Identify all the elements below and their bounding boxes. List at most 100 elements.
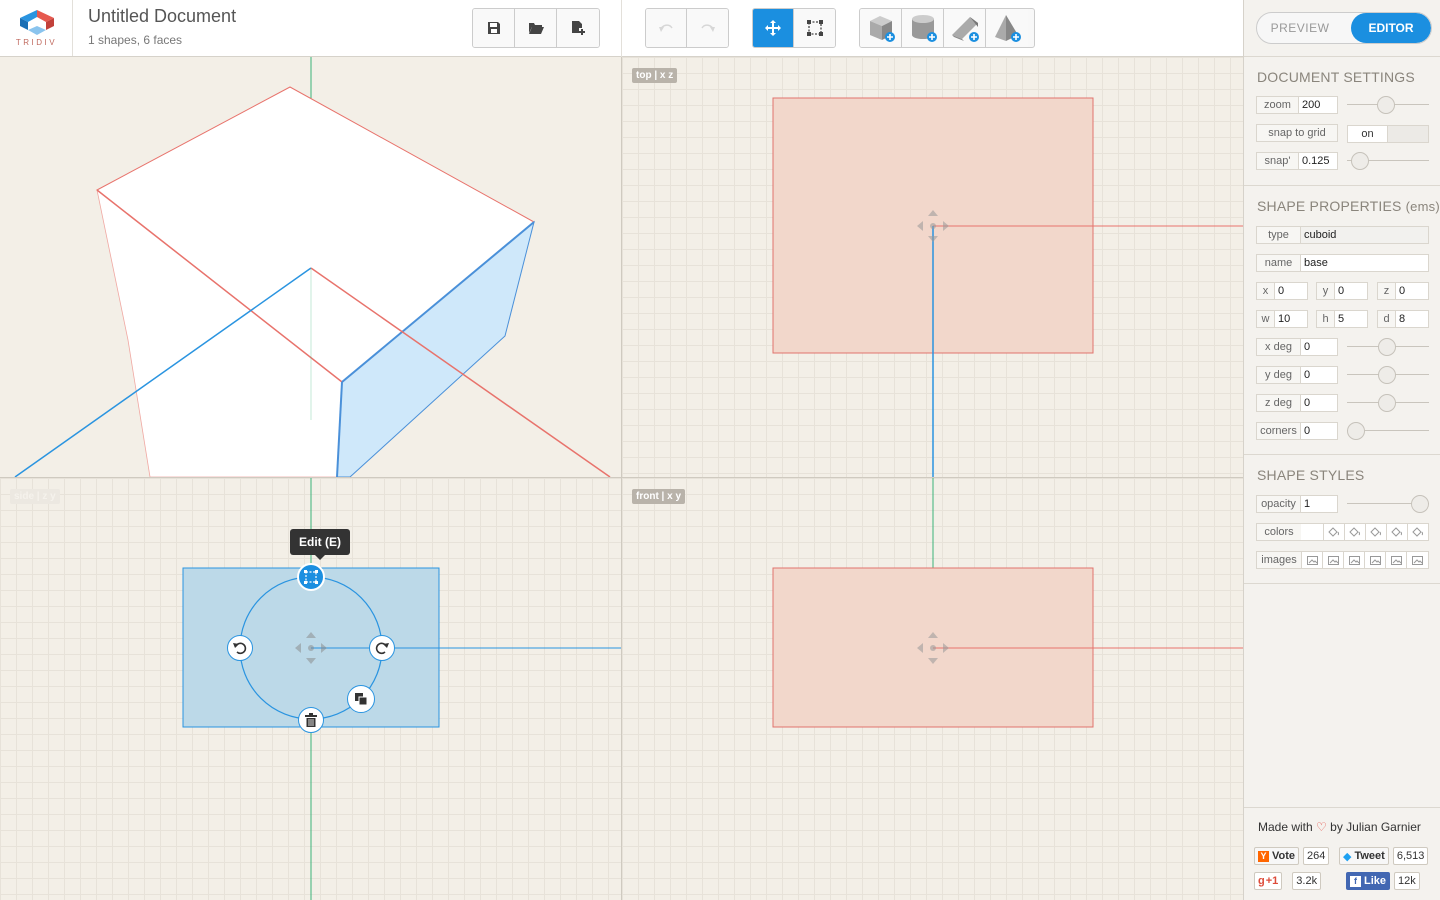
select-tool-button[interactable] xyxy=(794,9,835,47)
move-tool-button[interactable] xyxy=(753,9,795,47)
preview-mode-button[interactable]: PREVIEW xyxy=(1257,13,1343,43)
mode-toggle[interactable]: PREVIEW EDITOR xyxy=(1256,12,1432,44)
snap-toggle-off[interactable] xyxy=(1388,126,1428,142)
facebook-like-button[interactable]: f Like xyxy=(1346,872,1391,890)
y-deg-field[interactable]: y deg 0 xyxy=(1256,366,1338,384)
corners-field[interactable]: corners 0 xyxy=(1256,422,1338,440)
image-slot-4[interactable] xyxy=(1364,552,1385,568)
document-title[interactable]: Untitled Document xyxy=(88,6,236,27)
delete-button[interactable] xyxy=(298,707,324,733)
snap-step-slider[interactable] xyxy=(1347,152,1429,170)
y-deg-value[interactable]: 0 xyxy=(1301,367,1337,383)
logo[interactable]: TRIDIV xyxy=(0,0,73,56)
author-link[interactable]: by Julian Garnier xyxy=(1330,820,1421,834)
image-slot-2[interactable] xyxy=(1322,552,1343,568)
color-swatch-4[interactable] xyxy=(1386,524,1407,540)
zoom-field[interactable]: zoom 200 xyxy=(1256,96,1338,114)
z-value[interactable]: 0 xyxy=(1396,283,1428,299)
gplus-label: +1 xyxy=(1265,875,1279,887)
x-deg-label: x deg xyxy=(1257,339,1301,355)
opacity-field[interactable]: opacity 1 xyxy=(1256,495,1338,513)
tweet-button[interactable]: ◆ Tweet xyxy=(1339,847,1389,865)
top-viewport[interactable]: top | x z xyxy=(622,57,1243,477)
tridiv-logo-icon xyxy=(20,10,54,35)
color-swatch-1[interactable] xyxy=(1323,524,1344,540)
x-deg-slider[interactable] xyxy=(1347,338,1429,356)
opacity-slider-knob[interactable] xyxy=(1411,495,1429,513)
open-button[interactable] xyxy=(515,9,557,47)
snap-toggle-on[interactable]: on xyxy=(1348,126,1388,142)
z-deg-value[interactable]: 0 xyxy=(1301,395,1337,411)
rotate-left-button[interactable] xyxy=(227,635,253,661)
undo-button[interactable] xyxy=(646,9,688,47)
rotate-right-button[interactable] xyxy=(369,635,395,661)
opacity-value[interactable]: 1 xyxy=(1301,496,1337,512)
front-viewport[interactable]: front | x y xyxy=(622,478,1243,900)
image-slot-1[interactable] xyxy=(1301,552,1322,568)
opacity-slider[interactable] xyxy=(1347,495,1429,513)
add-cuboid-button[interactable] xyxy=(860,9,902,47)
corners-slider[interactable] xyxy=(1347,422,1429,440)
google-plus-button[interactable]: g +1 xyxy=(1254,872,1283,890)
name-field[interactable]: name base xyxy=(1256,254,1429,272)
width-value[interactable]: 10 xyxy=(1275,311,1307,327)
z-deg-slider-knob[interactable] xyxy=(1378,394,1396,412)
y-field[interactable]: y 0 xyxy=(1316,282,1368,300)
add-pyramid-button[interactable] xyxy=(986,9,1028,47)
name-value[interactable]: base xyxy=(1301,255,1428,271)
x-deg-slider-knob[interactable] xyxy=(1378,338,1396,356)
y-value[interactable]: 0 xyxy=(1335,283,1367,299)
image-slot-5[interactable] xyxy=(1385,552,1406,568)
z-field[interactable]: z 0 xyxy=(1377,282,1429,300)
perspective-viewport[interactable] xyxy=(0,57,621,477)
add-cylinder-button[interactable] xyxy=(902,9,944,47)
image-slot-6[interactable] xyxy=(1406,552,1427,568)
viewport-horizontal-divider[interactable] xyxy=(0,477,1243,478)
corners-slider-knob[interactable] xyxy=(1347,422,1365,440)
depth-field[interactable]: d 8 xyxy=(1377,310,1429,328)
zoom-slider-knob[interactable] xyxy=(1377,96,1395,114)
x-deg-value[interactable]: 0 xyxy=(1301,339,1337,355)
viewport-vertical-divider[interactable] xyxy=(621,57,622,900)
depth-label: d xyxy=(1378,311,1396,327)
depth-value[interactable]: 8 xyxy=(1396,311,1428,327)
x-value[interactable]: 0 xyxy=(1275,283,1307,299)
zoom-slider[interactable] xyxy=(1347,96,1429,114)
y-label: y xyxy=(1317,283,1335,299)
y-deg-label: y deg xyxy=(1257,367,1301,383)
rotate-right-icon xyxy=(375,642,389,655)
new-document-button[interactable] xyxy=(557,9,599,47)
snap-step-slider-knob[interactable] xyxy=(1351,152,1369,170)
redo-button[interactable] xyxy=(687,9,728,47)
color-swatch-5[interactable] xyxy=(1407,524,1428,540)
x-deg-field[interactable]: x deg 0 xyxy=(1256,338,1338,356)
image-slot-3[interactable] xyxy=(1343,552,1364,568)
z-deg-field[interactable]: z deg 0 xyxy=(1256,394,1338,412)
zoom-value[interactable]: 200 xyxy=(1299,97,1337,113)
snap-toggle[interactable]: on xyxy=(1347,125,1429,143)
duplicate-button[interactable] xyxy=(347,685,375,713)
height-value[interactable]: 5 xyxy=(1335,311,1367,327)
snap-step-value[interactable]: 0.125 xyxy=(1299,153,1337,169)
image-icon xyxy=(1369,555,1381,565)
hn-vote-button[interactable]: Y Vote xyxy=(1254,847,1300,865)
color-swatch-2[interactable] xyxy=(1344,524,1365,540)
editor-mode-button[interactable]: EDITOR xyxy=(1351,13,1431,43)
corners-value[interactable]: 0 xyxy=(1301,423,1337,439)
add-prism-button[interactable] xyxy=(944,9,986,47)
x-field[interactable]: x 0 xyxy=(1256,282,1308,300)
add-pyramid-icon xyxy=(995,15,1021,42)
images-label: images xyxy=(1257,552,1301,568)
snap-step-field[interactable]: snap' 0.125 xyxy=(1256,152,1338,170)
y-deg-slider-knob[interactable] xyxy=(1378,366,1396,384)
color-swatch-3[interactable] xyxy=(1365,524,1386,540)
width-field[interactable]: w 10 xyxy=(1256,310,1308,328)
top-view-scene xyxy=(772,97,1243,477)
google-plus-widget: g +1 3.2k xyxy=(1254,872,1322,890)
z-deg-slider[interactable] xyxy=(1347,394,1429,412)
y-deg-slider[interactable] xyxy=(1347,366,1429,384)
save-button[interactable] xyxy=(473,9,515,47)
colors-label: colors xyxy=(1257,524,1301,540)
edit-handle-button[interactable] xyxy=(297,563,325,591)
height-field[interactable]: h 5 xyxy=(1316,310,1368,328)
